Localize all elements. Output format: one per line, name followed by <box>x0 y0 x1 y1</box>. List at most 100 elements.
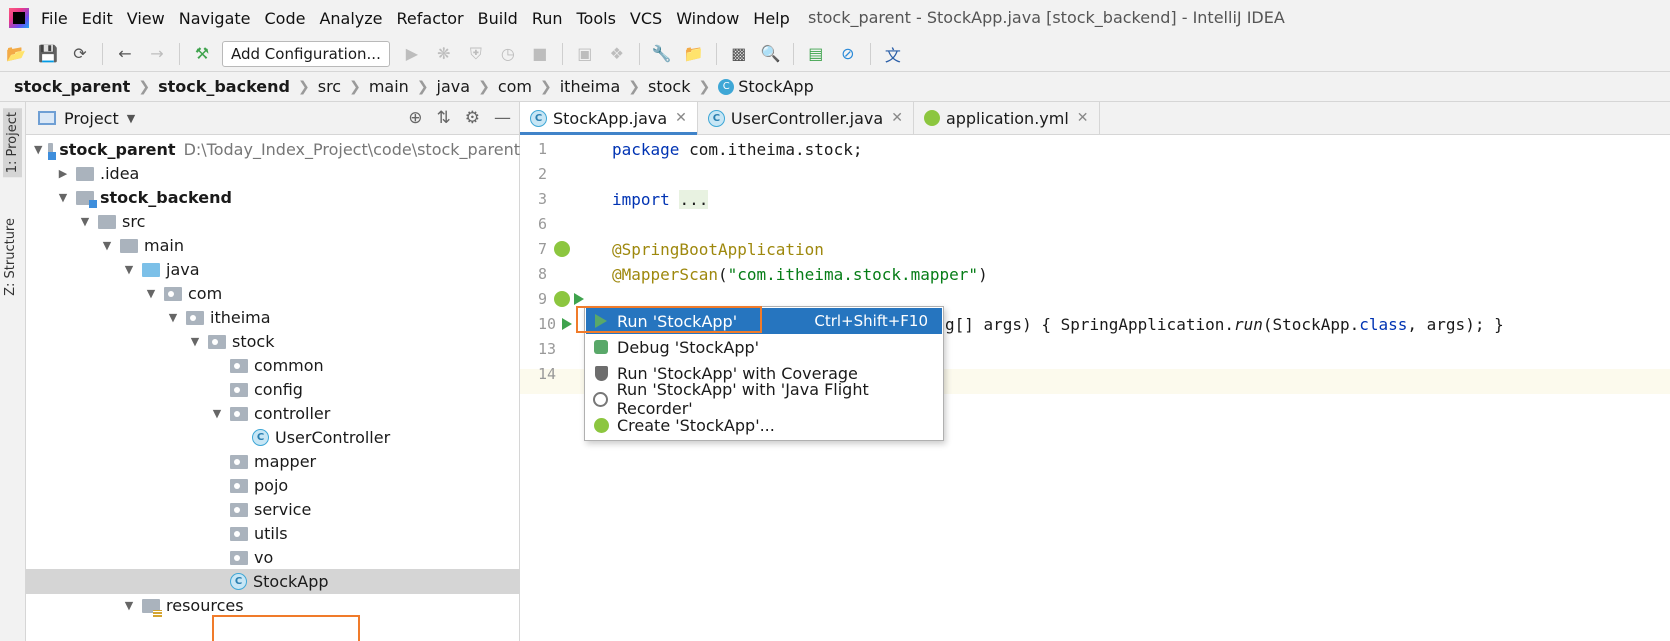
collapse-all-icon[interactable]: ⇅ <box>437 108 451 128</box>
breadcrumb-item[interactable]: StockApp <box>738 77 814 96</box>
close-icon[interactable]: ✕ <box>675 110 687 126</box>
gear-icon[interactable]: ⚙ <box>465 108 480 128</box>
expand-arrow-icon[interactable]: ▼ <box>188 335 202 348</box>
tree-item-pojo[interactable]: pojo <box>26 473 520 498</box>
search-icon[interactable]: 🔍 <box>761 44 781 64</box>
expand-arrow-icon[interactable]: ▼ <box>144 287 158 300</box>
tree-item-stockapp[interactable]: C StockApp <box>26 569 520 594</box>
run-gutter-icon[interactable] <box>562 318 572 330</box>
menu-tools[interactable]: Tools <box>577 9 616 28</box>
tree-item-src[interactable]: ▼ src <box>26 209 520 234</box>
debug-icon[interactable]: ❋ <box>434 44 454 64</box>
tree-item-common[interactable]: common <box>26 353 520 378</box>
menu-analyze[interactable]: Analyze <box>319 9 382 28</box>
tree-item-stock[interactable]: ▼ stock <box>26 329 520 354</box>
run-icon[interactable]: ▶ <box>402 44 422 64</box>
tree-item-service[interactable]: service <box>26 497 520 522</box>
save-icon[interactable]: 💾 <box>38 44 58 64</box>
wrench-icon[interactable]: 🔧 <box>652 44 672 64</box>
menu-navigate[interactable]: Navigate <box>179 9 251 28</box>
breadcrumb-item[interactable]: itheima <box>560 77 621 96</box>
breadcrumb-item[interactable]: stock_parent <box>14 77 130 96</box>
menu-run[interactable]: Run <box>532 9 563 28</box>
breadcrumb-item[interactable]: com <box>498 77 532 96</box>
popup-create-config[interactable]: Create 'StockApp'... <box>586 412 942 438</box>
profile-icon[interactable]: ◷ <box>498 44 518 64</box>
breadcrumb-item[interactable]: stock <box>648 77 690 96</box>
project-tool-tab[interactable]: 1: Project <box>3 108 22 178</box>
tab-application-yml[interactable]: application.yml ✕ <box>914 102 1100 134</box>
expand-arrow-icon[interactable]: ▼ <box>56 191 70 204</box>
menu-vcs[interactable]: VCS <box>630 9 662 28</box>
tree-item-mapper[interactable]: mapper <box>26 449 520 474</box>
close-icon[interactable]: ✕ <box>891 110 903 126</box>
tree-item-stock-parent[interactable]: ▼ stock_parent D:\Today_Index_Project\co… <box>26 137 520 162</box>
tree-item-stock-backend[interactable]: ▼ stock_backend <box>26 185 520 210</box>
folder-icon <box>98 214 116 229</box>
stop-icon[interactable]: ■ <box>530 44 550 64</box>
menu-file[interactable]: File <box>41 9 68 28</box>
code-line-3: import ... <box>612 187 709 212</box>
breadcrumb-item[interactable]: src <box>318 77 341 96</box>
popup-run-with-jfr[interactable]: Run 'StockApp' with 'Java Flight Recorde… <box>586 380 942 418</box>
project-structure-icon[interactable]: 📁 <box>684 44 704 64</box>
chevron-down-icon[interactable]: ▼ <box>127 112 135 125</box>
menu-window[interactable]: Window <box>676 9 739 28</box>
attach-icon[interactable]: ▣ <box>575 44 595 64</box>
back-arrow-icon[interactable]: ← <box>115 44 135 64</box>
terminal-icon[interactable]: ▩ <box>729 44 749 64</box>
project-panel-title[interactable]: Project <box>64 109 119 128</box>
no-entry-icon[interactable]: ⊘ <box>838 44 858 64</box>
code-token: import <box>612 190 670 209</box>
breadcrumb-item[interactable]: java <box>437 77 471 96</box>
forward-arrow-icon[interactable]: → <box>147 44 167 64</box>
expand-arrow-icon[interactable]: ▼ <box>166 311 180 324</box>
expand-arrow-icon[interactable]: ▼ <box>210 407 224 420</box>
tree-item-idea[interactable]: ▶ .idea <box>26 161 520 186</box>
expand-arrow-icon[interactable]: ▼ <box>78 215 92 228</box>
menu-view[interactable]: View <box>127 9 165 28</box>
cube-icon[interactable]: ❖ <box>607 44 627 64</box>
sync-icon[interactable]: ⟳ <box>70 44 90 64</box>
expand-arrow-icon[interactable]: ▼ <box>122 263 136 276</box>
tree-item-com[interactable]: ▼ com <box>26 281 520 306</box>
spring-bean-icon[interactable] <box>554 291 570 307</box>
tree-item-controller[interactable]: ▼ controller <box>26 401 520 426</box>
collapse-arrow-icon[interactable]: ▶ <box>56 167 70 180</box>
add-configuration-button[interactable]: Add Configuration... <box>222 40 390 67</box>
menu-refactor[interactable]: Refactor <box>397 9 464 28</box>
tab-stockapp-java[interactable]: C StockApp.java ✕ <box>520 102 698 135</box>
code-line-7: @SpringBootApplication <box>612 237 824 262</box>
tree-item-vo[interactable]: vo <box>26 545 520 570</box>
expand-arrow-icon[interactable]: ▼ <box>122 599 136 612</box>
tab-usercontroller-java[interactable]: C UserController.java ✕ <box>698 102 914 134</box>
tree-item-usercontroller[interactable]: C UserController <box>26 425 520 450</box>
minimize-icon[interactable]: — <box>494 108 511 128</box>
structure-tool-tab[interactable]: Z: Structure <box>3 218 18 296</box>
menu-help[interactable]: Help <box>753 9 789 28</box>
breadcrumb-item[interactable]: stock_backend <box>158 77 290 96</box>
popup-debug-stockapp[interactable]: Debug 'StockApp' <box>586 334 942 360</box>
build-hammer-icon[interactable]: ⚒ <box>192 44 212 64</box>
tree-item-itheima[interactable]: ▼ itheima <box>26 305 520 330</box>
coverage-icon[interactable]: ⛨ <box>466 44 486 64</box>
tree-item-java[interactable]: ▼ java <box>26 257 520 282</box>
menu-code[interactable]: Code <box>265 9 306 28</box>
close-icon[interactable]: ✕ <box>1077 110 1089 126</box>
tree-item-config[interactable]: config <box>26 377 520 402</box>
folded-code[interactable]: ... <box>679 190 709 209</box>
activity-monitor-icon[interactable]: ▤ <box>806 44 826 64</box>
tree-item-main[interactable]: ▼ main <box>26 233 520 258</box>
expand-arrow-icon[interactable]: ▼ <box>100 239 114 252</box>
open-folder-icon[interactable]: 📂 <box>6 44 26 64</box>
menu-build[interactable]: Build <box>478 9 518 28</box>
menu-edit[interactable]: Edit <box>82 9 113 28</box>
spring-bean-icon[interactable] <box>554 241 570 257</box>
run-gutter-icon[interactable] <box>574 293 584 305</box>
tree-item-utils[interactable]: utils <box>26 521 520 546</box>
translate-icon[interactable]: 文 <box>883 44 903 65</box>
expand-arrow-icon[interactable]: ▼ <box>34 143 42 156</box>
code-token: ) <box>978 265 988 284</box>
locate-icon[interactable]: ⊕ <box>408 108 422 128</box>
breadcrumb-item[interactable]: main <box>369 77 409 96</box>
